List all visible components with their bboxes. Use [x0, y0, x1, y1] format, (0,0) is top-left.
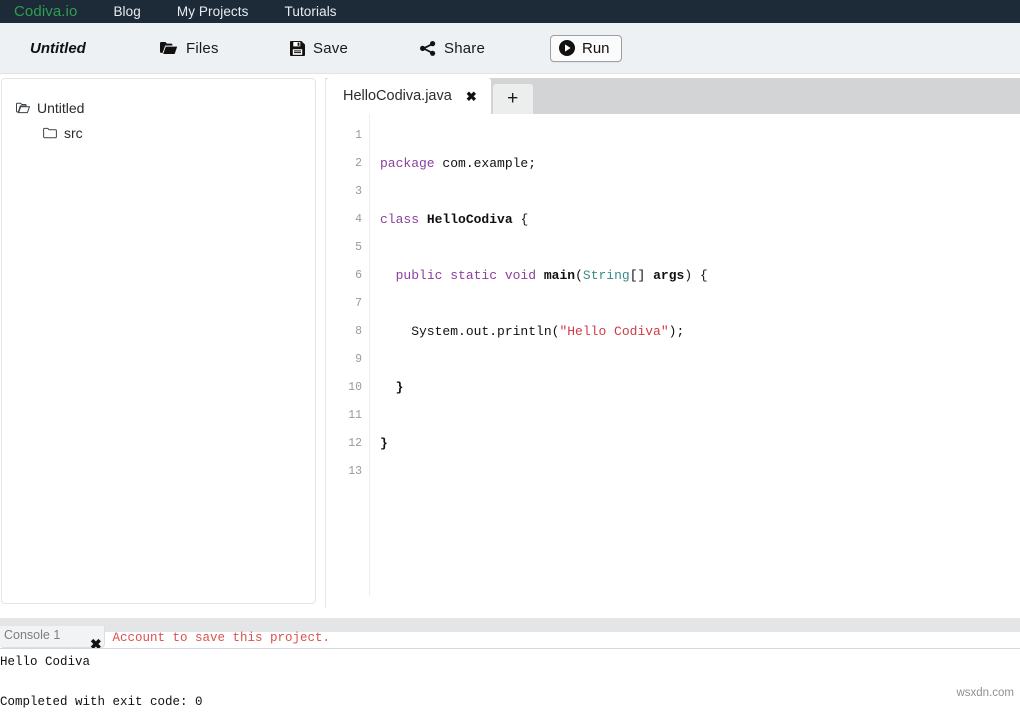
tree-item-src[interactable]: src — [16, 120, 315, 145]
line-number: 1 — [355, 129, 362, 142]
code-token: com.example; — [434, 156, 537, 171]
code-token: ); — [668, 324, 685, 339]
code-content[interactable]: package com.example; class HelloCodiva {… — [370, 114, 1020, 486]
share-button[interactable]: Share — [420, 40, 550, 57]
code-token: "Hello Codiva" — [559, 324, 669, 339]
nav-link-my-projects[interactable]: My Projects — [177, 4, 249, 19]
code-token: String — [582, 268, 630, 283]
code-token: } — [380, 436, 388, 451]
line-number: 13 — [348, 465, 362, 478]
watermark: wsxdn.com — [956, 687, 1014, 699]
share-icon — [420, 40, 436, 56]
line-number: 3 — [355, 185, 362, 198]
code-token: ( — [575, 268, 583, 283]
line-number-gutter: 1 2 3 4 5 6 7 8 9 10 11 12 13 — [326, 114, 369, 596]
save-label: Save — [313, 39, 348, 57]
run-button[interactable]: Run — [550, 34, 622, 62]
line-number: 10 — [348, 381, 362, 394]
line-number: 2 — [355, 157, 362, 170]
code-line: class HelloCodiva { — [380, 206, 1020, 234]
line-number: 5 — [355, 241, 362, 254]
folder-open-icon — [16, 102, 30, 114]
code-token: { — [512, 212, 529, 227]
code-token: args — [653, 268, 685, 283]
line-number: 11 — [348, 409, 362, 422]
play-circle-icon — [559, 40, 575, 56]
nav-link-tutorials[interactable]: Tutorials — [284, 4, 336, 19]
file-tree-panel: Untitled src — [1, 78, 316, 604]
code-line: } — [380, 430, 1020, 458]
code-token: package — [380, 156, 435, 171]
code-token: System.out.println( — [380, 324, 560, 339]
console-output: Hello Codiva Completed with exit code: 0 — [0, 648, 1020, 712]
line-number: 6 — [355, 269, 362, 282]
console-panel: Login / Create Account to save this proj… — [0, 618, 1020, 709]
line-number: 12 — [348, 437, 362, 450]
files-button[interactable]: Files — [160, 40, 290, 57]
editor-tab-label: HelloCodiva.java — [343, 88, 452, 104]
project-title: Untitled — [30, 39, 86, 57]
code-area[interactable]: package com.example; class HelloCodiva {… — [369, 114, 1020, 596]
brand-logo[interactable]: Codiva.io — [14, 3, 77, 20]
code-token: } — [395, 380, 404, 395]
tree-item-label: Untitled — [37, 99, 85, 116]
line-number: 8 — [355, 325, 362, 338]
code-token: class — [380, 212, 420, 227]
code-line: } — [380, 374, 1020, 402]
code-token: public static void — [395, 268, 537, 283]
code-token: ) { — [684, 268, 708, 283]
tree-item-label: src — [64, 124, 83, 141]
line-number: 9 — [355, 353, 362, 366]
code-token: [] — [629, 268, 654, 283]
project-toolbar: Untitled Files Save Share Run — [0, 23, 1020, 74]
workspace: Untitled src HelloCodiva.java ✖ + 123456… — [0, 74, 1020, 612]
save-button[interactable]: Save — [290, 40, 420, 57]
close-icon[interactable]: ✖ — [466, 90, 477, 103]
console-divider — [0, 618, 1020, 632]
nav-link-blog[interactable]: Blog — [113, 4, 140, 19]
code-line: System.out.println("Hello Codiva"); — [380, 318, 1020, 346]
code-line: public static void main(String[] args) { — [380, 262, 1020, 290]
floppy-disk-icon — [290, 40, 305, 56]
tree-item-untitled[interactable]: Untitled — [16, 95, 315, 120]
run-label: Run — [582, 39, 610, 57]
line-number: 4 — [355, 213, 362, 226]
top-navigation-bar: Codiva.io Blog My Projects Tutorials — [0, 0, 1020, 23]
files-label: Files — [186, 39, 219, 57]
editor-tab-hellocodiva-java[interactable]: HelloCodiva.java ✖ — [326, 78, 491, 114]
code-token: main — [543, 268, 576, 283]
share-label: Share — [444, 39, 486, 57]
code-token: HelloCodiva — [426, 212, 513, 227]
editor-tab-bar: HelloCodiva.java ✖ + — [326, 78, 1020, 114]
line-number: 7 — [355, 297, 362, 310]
code-editor-panel: HelloCodiva.java ✖ + 1 2 3 4 5 6 7 8 9 10 11 12 13 p… — [325, 78, 1020, 608]
folder-open-icon — [160, 41, 178, 55]
folder-icon — [43, 127, 57, 139]
code-line: package com.example; — [380, 150, 1020, 178]
new-tab-button[interactable]: + — [492, 84, 533, 114]
